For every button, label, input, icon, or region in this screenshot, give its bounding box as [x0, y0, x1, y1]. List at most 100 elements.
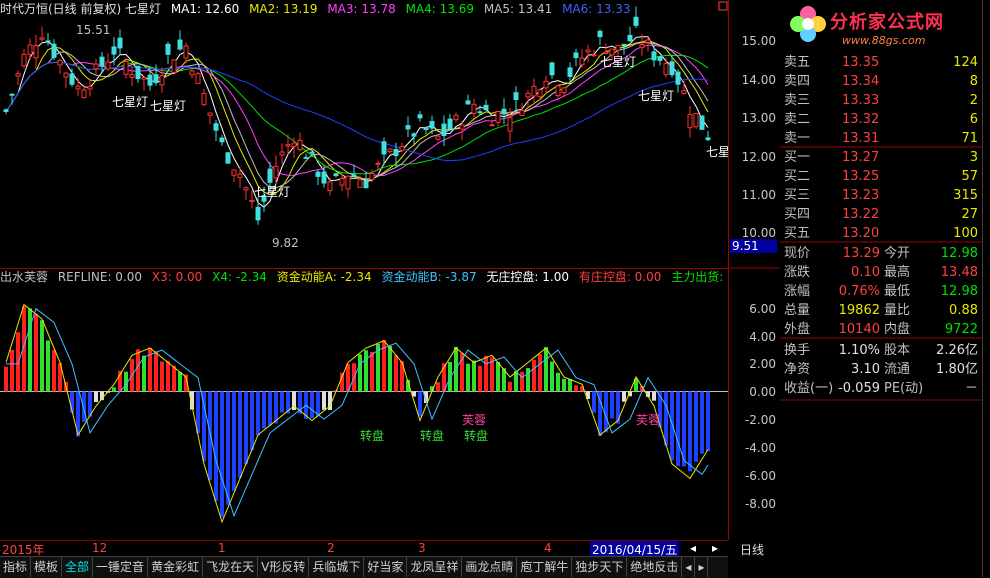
- candle-body: [567, 67, 573, 77]
- candle-body: [243, 187, 249, 191]
- candle-body: [663, 63, 669, 76]
- formula-tab[interactable]: 黄金彩虹: [148, 557, 204, 577]
- histogram-bar: [220, 391, 224, 518]
- ma6-value: MA6: 13.33: [562, 2, 631, 16]
- candle-body: [531, 85, 537, 97]
- candle-body: [297, 139, 303, 151]
- level-volume: 57: [961, 169, 978, 184]
- candle-body: [471, 103, 477, 115]
- candle-body: [453, 114, 459, 121]
- formula-tab[interactable]: 模板: [31, 557, 63, 577]
- candle-body: [165, 43, 171, 55]
- stat-value: 12.98: [940, 246, 978, 261]
- candle-body: [129, 73, 135, 78]
- histogram-bar: [310, 391, 314, 419]
- level-volume: 6: [969, 112, 978, 127]
- period-label[interactable]: 日线: [740, 541, 764, 558]
- buy-level-row: 买一 13.27 3: [780, 148, 982, 167]
- candle-body: [507, 117, 513, 132]
- candle-body: [675, 71, 681, 85]
- candle-body: [63, 72, 69, 78]
- candle-body: [489, 124, 495, 127]
- quote-stat-row: 换手 1.10% 股本 2.26亿: [780, 341, 982, 360]
- formula-tab[interactable]: 指标: [0, 557, 32, 577]
- candle-body: [417, 114, 423, 119]
- logo-url: www.88gs.com: [842, 34, 926, 47]
- formula-tab[interactable]: 好当家: [364, 557, 408, 577]
- candle-body: [81, 89, 87, 99]
- lotus-signal-label: 芙蓉: [462, 413, 486, 427]
- candle-body: [657, 56, 663, 61]
- ind-x4: X4: -2.34: [212, 270, 267, 284]
- histogram-bar: [664, 391, 668, 446]
- histogram-bar: [394, 355, 398, 392]
- candle-body: [285, 144, 291, 147]
- histogram-bar: [226, 391, 230, 505]
- formula-tab[interactable]: 画龙点睛: [462, 557, 518, 577]
- candle-body: [309, 151, 315, 154]
- formula-tab[interactable]: V形反转: [258, 557, 310, 577]
- candle-body: [279, 151, 285, 156]
- tab-scroll-right-icon[interactable]: ▸: [695, 557, 709, 577]
- histogram-bar: [178, 372, 182, 392]
- candle-body: [519, 109, 525, 116]
- histogram-bar: [388, 345, 392, 392]
- candle-body: [585, 49, 591, 53]
- stat-label: 量比: [884, 303, 911, 318]
- quote-stat-row: 收益(一) -0.059 PE(动) －: [780, 379, 982, 398]
- ind-tick: 0.00: [749, 385, 776, 399]
- scroll-left-icon[interactable]: ◂: [690, 541, 696, 555]
- formula-tab[interactable]: 飞龙在天: [203, 557, 259, 577]
- quote-stat-row: 涨幅 0.76% 最低 12.98: [780, 282, 982, 301]
- histogram-bar: [154, 351, 158, 392]
- tab-scroll-left-icon[interactable]: ◂: [682, 557, 696, 577]
- candle-body: [669, 61, 675, 76]
- formula-tab[interactable]: 龙凤呈祥: [407, 557, 463, 577]
- histogram-bar: [166, 361, 170, 392]
- scroll-right-icon[interactable]: ▸: [712, 541, 718, 555]
- level-volume: 3: [969, 150, 978, 165]
- histogram-bar: [532, 360, 536, 392]
- high-price-label: 15.51: [76, 23, 110, 37]
- formula-tab[interactable]: 一锤定音: [93, 557, 149, 577]
- turn-signal-label: 转盘: [360, 428, 384, 443]
- candle-body: [123, 60, 129, 75]
- histogram-bar: [508, 381, 512, 392]
- histogram-bar: [574, 385, 578, 392]
- candle-body: [57, 59, 63, 66]
- ind-name[interactable]: 出水芙蓉: [0, 270, 48, 284]
- level-label: 买二: [784, 169, 811, 184]
- buy-level-row: 买三 13.23 315: [780, 186, 982, 205]
- candle-body: [459, 124, 465, 130]
- formula-tab[interactable]: 兵临城下: [309, 557, 365, 577]
- candle-body: [153, 74, 159, 84]
- stat-value: 1.10%: [838, 343, 880, 358]
- histogram-bar: [688, 391, 692, 472]
- stat-label: 涨幅: [784, 284, 811, 299]
- candle-body: [237, 173, 243, 178]
- formula-tab[interactable]: 全部: [62, 557, 94, 577]
- level-price: 13.23: [842, 188, 880, 203]
- histogram-bar: [340, 372, 344, 392]
- formula-tab[interactable]: 独步天下: [572, 557, 628, 577]
- histogram-bar: [232, 391, 236, 491]
- candle-body: [207, 112, 213, 116]
- candle-body: [525, 92, 531, 98]
- formula-tab[interactable]: 庖丁解牛: [517, 557, 573, 577]
- ind-yzkp: 有庄控盘: 0.00: [578, 270, 662, 284]
- candle-body: [303, 156, 309, 159]
- sell-level-row: 卖一 13.31 71: [780, 129, 982, 148]
- candle-body: [177, 39, 183, 50]
- candle-body: [357, 179, 363, 188]
- candle-body: [231, 169, 237, 176]
- low-price-label: 9.82: [272, 236, 299, 250]
- date-tick: 2: [327, 541, 335, 555]
- histogram-bar: [46, 340, 50, 392]
- level-price: 13.35: [842, 55, 880, 70]
- formula-tab[interactable]: 绝地反击: [627, 557, 683, 577]
- candle-body: [561, 87, 567, 94]
- candle-body: [597, 30, 603, 38]
- ind-tick: 2.00: [749, 357, 776, 371]
- histogram-bar: [700, 391, 704, 454]
- quote-stat-row: 总量 19862 量比 0.88: [780, 301, 982, 320]
